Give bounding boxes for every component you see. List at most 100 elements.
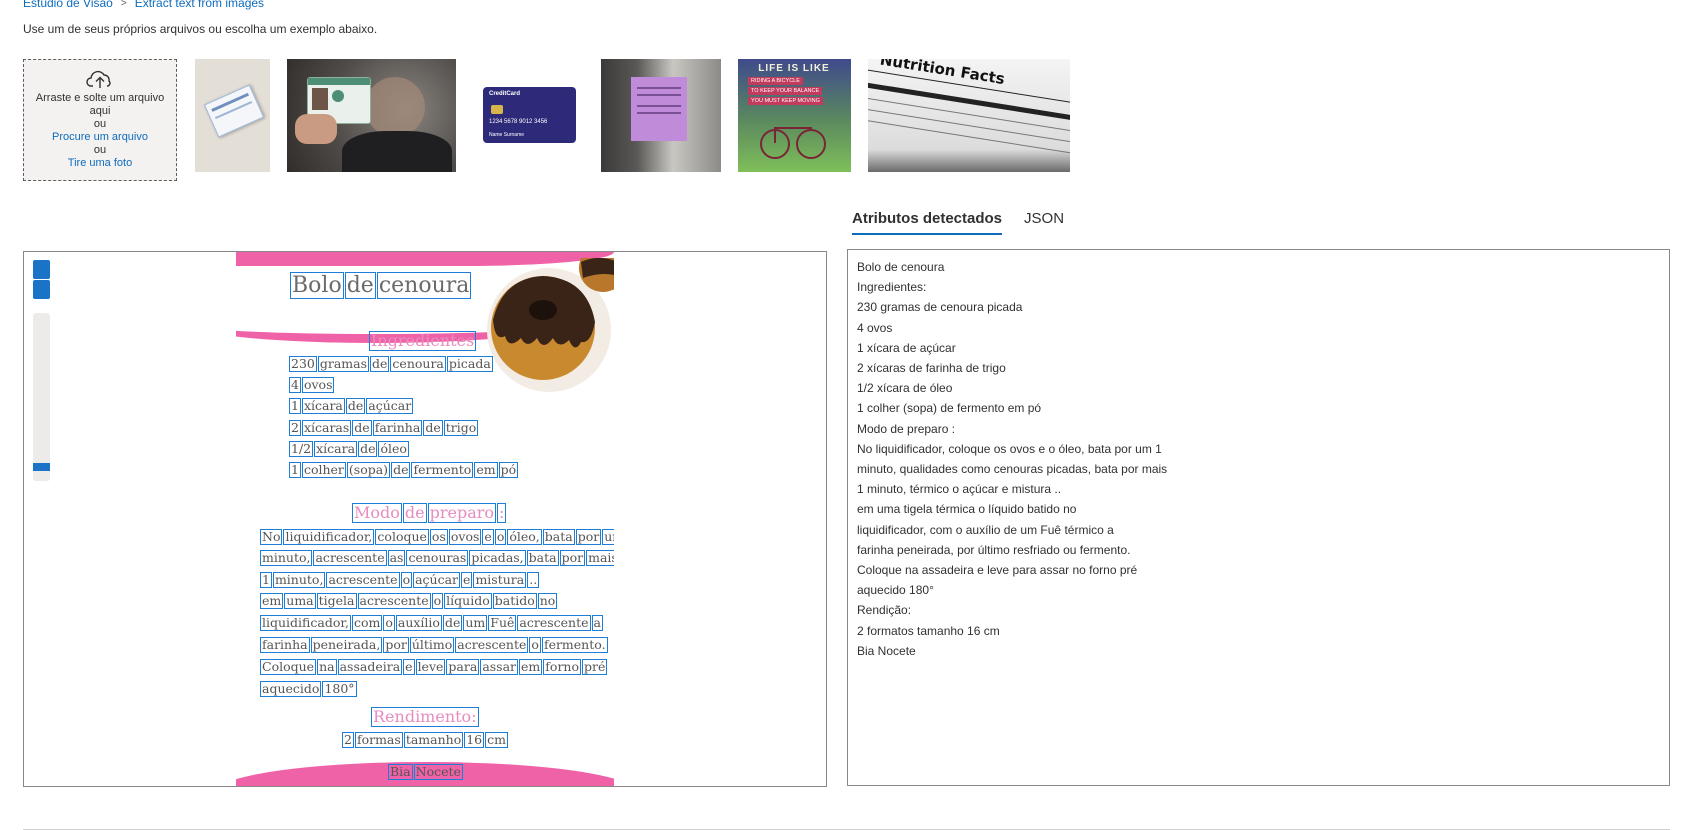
ocr-word-box[interactable]: cenoura: [376, 272, 472, 300]
ocr-word-box[interactable]: para: [446, 659, 480, 676]
ocr-word-box[interactable]: assadeira: [337, 659, 403, 676]
ocr-word-box[interactable]: trigo: [443, 420, 479, 437]
ocr-word-box[interactable]: um: [602, 529, 614, 546]
ocr-word-box[interactable]: o: [383, 615, 395, 632]
ocr-word-box[interactable]: de: [423, 420, 443, 437]
zoom-out-button[interactable]: [33, 280, 50, 299]
ocr-word-box[interactable]: Fuê: [488, 615, 517, 632]
ocr-word-box[interactable]: preparo: [427, 503, 497, 524]
ocr-word-box[interactable]: Nocete: [413, 764, 463, 781]
ocr-word-box[interactable]: liquidificador,: [260, 615, 351, 632]
ocr-word-box[interactable]: o: [400, 572, 413, 589]
breadcrumb-current-link[interactable]: Extract text from images: [135, 0, 264, 10]
ocr-word-box[interactable]: de: [402, 503, 427, 524]
ocr-word-box[interactable]: em: [260, 593, 284, 610]
ocr-word-box[interactable]: No: [260, 529, 283, 546]
ocr-word-box[interactable]: de: [352, 420, 372, 437]
ocr-word-box[interactable]: os: [429, 529, 448, 546]
ocr-word-box[interactable]: ..: [527, 572, 540, 589]
ocr-word-box[interactable]: 230: [289, 356, 317, 373]
ocr-word-box[interactable]: açúcar: [413, 572, 461, 589]
ocr-word-box[interactable]: Modo: [352, 503, 402, 524]
ocr-word-box[interactable]: o: [431, 593, 444, 610]
ocr-word-box[interactable]: de: [442, 615, 463, 632]
browse-file-link[interactable]: Procure um arquivo: [24, 131, 176, 144]
ocr-word-box[interactable]: por: [383, 637, 409, 654]
ocr-word-box[interactable]: formas: [354, 732, 403, 749]
ocr-word-box[interactable]: o: [529, 637, 541, 654]
ocr-word-box[interactable]: 2: [289, 420, 301, 437]
ocr-word-box[interactable]: xícara: [314, 441, 358, 458]
ocr-word-box[interactable]: 1/2: [289, 441, 314, 458]
ocr-word-box[interactable]: de: [370, 356, 390, 373]
tab-detected-attributes[interactable]: Atributos detectados: [852, 210, 1003, 235]
ocr-word-box[interactable]: no: [537, 593, 558, 610]
ocr-word-box[interactable]: mistura: [473, 572, 527, 589]
ocr-word-box[interactable]: coloque: [375, 529, 429, 546]
ocr-word-box[interactable]: óleo,: [507, 529, 542, 546]
ocr-word-box[interactable]: 1: [260, 572, 272, 589]
ocr-word-box[interactable]: as: [387, 550, 406, 567]
ocr-word-box[interactable]: farinha: [260, 637, 310, 654]
ocr-word-box[interactable]: em: [474, 462, 498, 479]
ocr-word-box[interactable]: de: [358, 441, 378, 458]
ocr-word-box[interactable]: último: [409, 637, 455, 654]
ocr-word-box[interactable]: cm: [485, 732, 508, 749]
ocr-word-box[interactable]: 1: [289, 398, 301, 415]
ocr-word-box[interactable]: liquidificador,: [283, 529, 375, 546]
ocr-word-box[interactable]: pó: [498, 462, 519, 479]
ocr-word-box[interactable]: óleo: [378, 441, 409, 458]
ocr-word-box[interactable]: Ingredientes: [369, 331, 477, 352]
sample-life-is-like-bicycle[interactable]: LIFE IS LIKE RIDING A BICYCLE TO KEEP YO…: [738, 59, 851, 172]
ocr-word-box[interactable]: peneirada,: [310, 637, 383, 654]
sample-id-card-person[interactable]: [287, 59, 456, 172]
ocr-word-box[interactable]: ovos: [301, 377, 335, 394]
zoom-slider-thumb[interactable]: [33, 463, 50, 471]
ocr-word-box[interactable]: Coloque: [260, 659, 317, 676]
ocr-word-box[interactable]: picadas,: [469, 550, 526, 567]
ocr-word-box[interactable]: por: [559, 550, 586, 567]
tab-json[interactable]: JSON: [1024, 210, 1064, 235]
ocr-word-box[interactable]: Rendimento:: [371, 707, 479, 728]
ocr-word-box[interactable]: forno: [543, 659, 582, 676]
ocr-word-box[interactable]: e: [482, 529, 494, 546]
ocr-word-box[interactable]: gramas: [317, 356, 370, 373]
sample-sticky-note[interactable]: [601, 59, 721, 172]
ocr-word-box[interactable]: (sopa): [346, 462, 391, 479]
ocr-word-box[interactable]: cenoura: [390, 356, 446, 373]
ocr-word-box[interactable]: e: [403, 659, 415, 676]
ocr-word-box[interactable]: tamanho: [403, 732, 464, 749]
ocr-word-box[interactable]: o: [494, 529, 507, 546]
ocr-word-box[interactable]: batido: [492, 593, 537, 610]
ocr-word-box[interactable]: 16: [464, 732, 485, 749]
ocr-word-box[interactable]: ovos: [448, 529, 482, 546]
ocr-word-box[interactable]: fermento.: [541, 637, 608, 654]
ocr-word-box[interactable]: Bolo: [290, 272, 344, 300]
ocr-word-box[interactable]: 1: [289, 462, 301, 479]
take-photo-link[interactable]: Tire uma foto: [24, 157, 176, 170]
sample-credit-card[interactable]: CreditCard 1234 5678 9012 3456 Name Surn…: [471, 59, 595, 172]
ocr-word-box[interactable]: líquido: [444, 593, 492, 610]
ocr-word-box[interactable]: acrescente: [313, 550, 387, 567]
ocr-word-box[interactable]: 4: [289, 377, 301, 394]
ocr-word-box[interactable]: minuto,: [260, 550, 313, 567]
ocr-word-box[interactable]: de: [344, 272, 376, 300]
ocr-word-box[interactable]: 2: [342, 732, 354, 749]
ocr-word-box[interactable]: tigela: [316, 593, 357, 610]
ocr-word-box[interactable]: Bia: [388, 764, 413, 781]
ocr-word-box[interactable]: assar: [480, 659, 519, 676]
ocr-word-box[interactable]: em: [519, 659, 543, 676]
ocr-word-box[interactable]: acrescente: [357, 593, 431, 610]
sample-nutrition-facts[interactable]: Nutrition Facts: [868, 59, 1070, 172]
sample-social-security-card[interactable]: [195, 59, 270, 172]
ocr-word-box[interactable]: na: [317, 659, 337, 676]
ocr-word-box[interactable]: uma: [284, 593, 316, 610]
ocr-word-box[interactable]: acrescente: [326, 572, 400, 589]
file-drop-zone[interactable]: Arraste e solte um arquivo aqui ou Procu…: [23, 59, 177, 181]
ocr-word-box[interactable]: cenouras: [406, 550, 469, 567]
ocr-word-box[interactable]: xícaras: [301, 420, 352, 437]
ocr-word-box[interactable]: colher: [301, 462, 346, 479]
ocr-word-box[interactable]: acrescente: [455, 637, 529, 654]
ocr-word-box[interactable]: aquecido: [260, 681, 322, 698]
ocr-word-box[interactable]: de: [391, 462, 411, 479]
